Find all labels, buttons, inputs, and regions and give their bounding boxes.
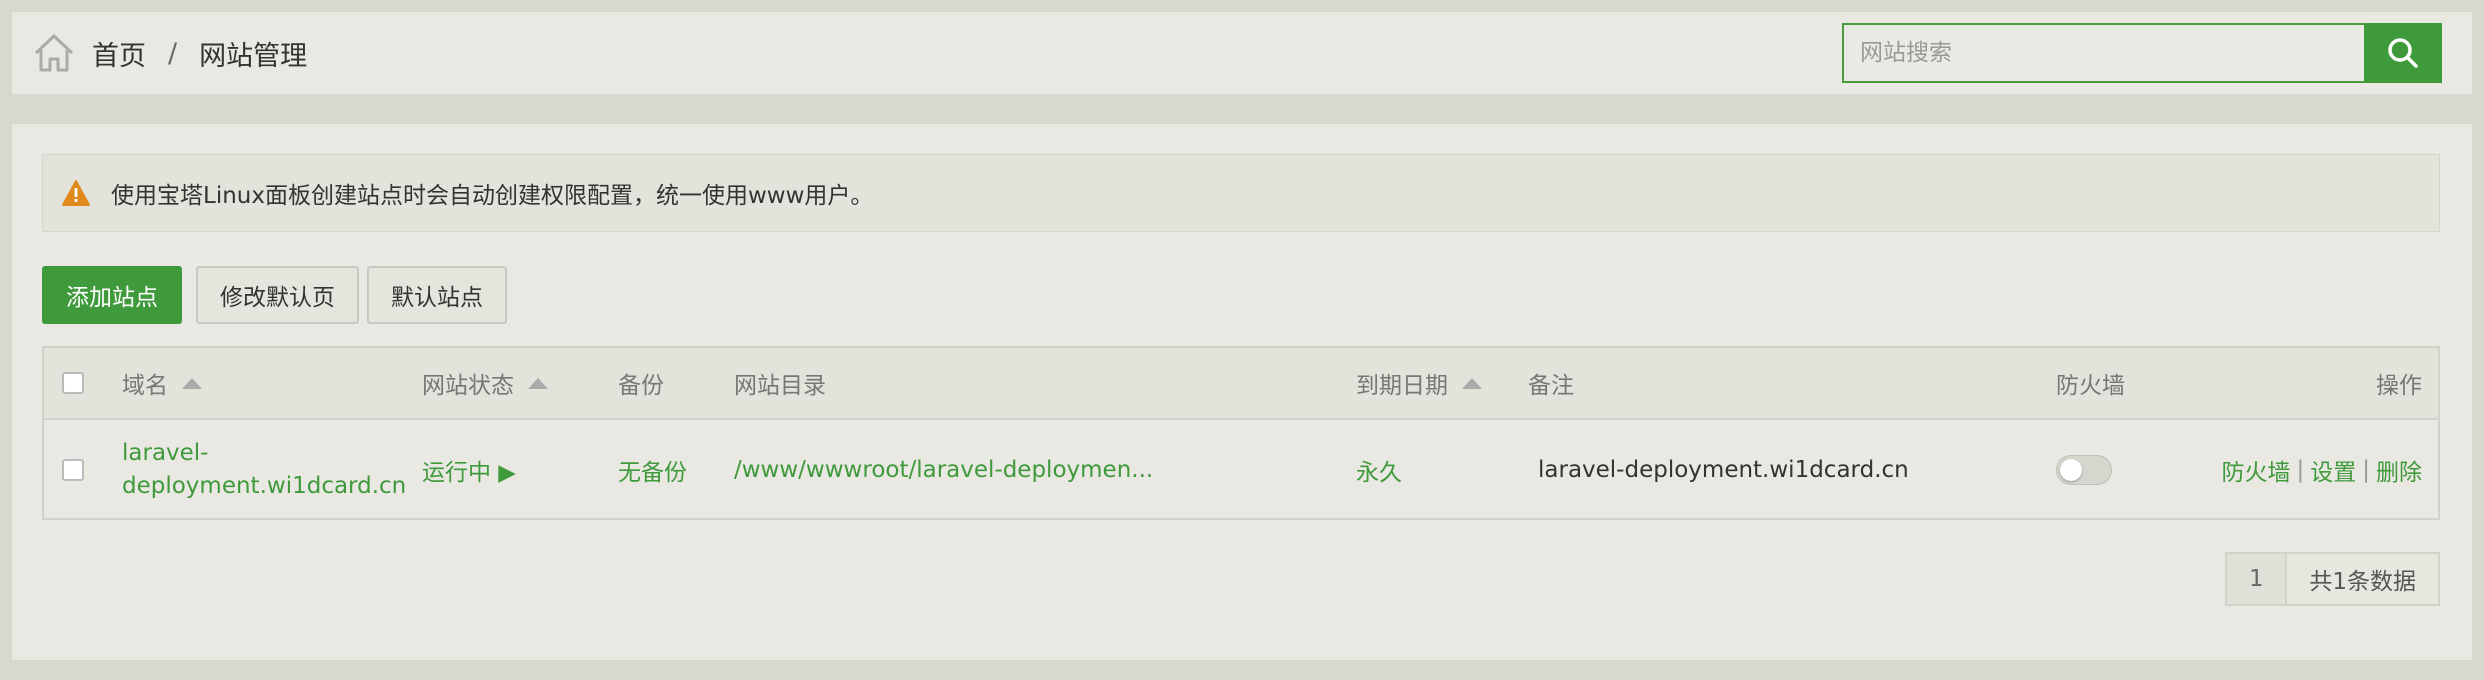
home-icon[interactable]: [32, 31, 76, 75]
col-note-label: 备注: [1528, 373, 1574, 399]
pagination: 1 共1条数据: [2225, 552, 2440, 606]
domain-line-2: deployment.wi1dcard.cn: [122, 473, 407, 499]
col-root: 网站目录: [734, 348, 826, 418]
top-bar: 首页 / 网站管理: [12, 12, 2472, 94]
page-number-current[interactable]: 1: [2227, 554, 2288, 604]
add-site-button[interactable]: 添加站点: [42, 266, 182, 324]
select-all-cell: [62, 348, 84, 418]
notice-banner: 使用宝塔Linux面板创建站点时会自动创建权限配置，统一使用www用户。: [42, 154, 2440, 232]
col-firewall: 防火墙: [2056, 348, 2125, 418]
col-actions: 操作: [2376, 348, 2422, 418]
row-select-cell: [62, 420, 84, 520]
breadcrumb: 首页 / 网站管理: [32, 12, 307, 94]
col-domain[interactable]: 域名: [122, 348, 202, 418]
status-toggle[interactable]: 运行中 ▶: [422, 453, 516, 487]
search-bar: [1842, 23, 2442, 83]
firewall-cell: [2056, 420, 2112, 520]
sort-up-icon: [1462, 377, 1482, 389]
note-text[interactable]: laravel-deployment.wi1dcard.cn: [1538, 457, 1909, 483]
pagination-total: 共1条数据: [2287, 554, 2438, 604]
col-actions-label: 操作: [2376, 373, 2422, 399]
toolbar: 添加站点 修改默认页 默认站点: [42, 266, 515, 324]
table-header: 域名 网站状态 备份 网站目录 到期日期 备注 防火墙 操作: [44, 348, 2438, 420]
sites-table: 域名 网站状态 备份 网站目录 到期日期 备注 防火墙 操作 laravel- …: [42, 346, 2440, 520]
main-panel: 使用宝塔Linux面板创建站点时会自动创建权限配置，统一使用www用户。 添加站…: [12, 124, 2472, 660]
search-button[interactable]: [2364, 23, 2442, 83]
backup-link[interactable]: 无备份: [618, 453, 687, 487]
col-status-label: 网站状态: [422, 373, 514, 399]
domain-cell: laravel- deployment.wi1dcard.cn: [122, 420, 406, 520]
domain-line-1: laravel-: [122, 440, 209, 466]
col-expire-label: 到期日期: [1356, 373, 1448, 399]
col-domain-label: 域名: [122, 373, 168, 399]
action-separator: |: [2362, 457, 2370, 483]
breadcrumb-current: 网站管理: [199, 40, 308, 72]
search-input[interactable]: [1842, 23, 2364, 83]
breadcrumb-separator: /: [168, 37, 178, 69]
select-all-checkbox[interactable]: [62, 372, 84, 394]
breadcrumb-home[interactable]: 首页: [92, 34, 146, 73]
settings-action-link[interactable]: 设置: [2310, 453, 2356, 487]
table-row: laravel- deployment.wi1dcard.cn 运行中 ▶ 无备…: [44, 420, 2438, 520]
notice-text: 使用宝塔Linux面板创建站点时会自动创建权限配置，统一使用www用户。: [111, 183, 874, 209]
root-dir-link[interactable]: /www/wwwroot/laravel-deploymen...: [734, 457, 1153, 483]
action-separator: |: [2296, 457, 2305, 483]
expire-date-link[interactable]: 永久: [1356, 453, 1402, 487]
root-cell: /www/wwwroot/laravel-deploymen...: [734, 420, 1153, 520]
col-root-label: 网站目录: [734, 373, 826, 399]
default-site-button[interactable]: 默认站点: [367, 266, 507, 324]
backup-cell: 无备份: [618, 420, 687, 520]
note-cell: laravel-deployment.wi1dcard.cn: [1538, 420, 1909, 520]
delete-action-link[interactable]: 删除: [2376, 453, 2422, 487]
actions-cell: 防火墙 | 设置 | 删除: [2222, 420, 2423, 520]
edit-default-page-button[interactable]: 修改默认页: [196, 266, 359, 324]
col-backup: 备份: [618, 348, 664, 418]
toggle-knob: [2060, 459, 2082, 481]
col-note: 备注: [1528, 348, 1574, 418]
warning-icon: [62, 180, 90, 206]
row-checkbox[interactable]: [62, 459, 84, 481]
col-expire[interactable]: 到期日期: [1356, 348, 1482, 418]
expire-cell: 永久: [1356, 420, 1402, 520]
firewall-action-link[interactable]: 防火墙: [2222, 453, 2291, 487]
col-firewall-label: 防火墙: [2056, 373, 2125, 399]
sort-up-icon: [528, 377, 548, 389]
domain-link[interactable]: laravel- deployment.wi1dcard.cn: [122, 437, 406, 503]
col-status[interactable]: 网站状态: [422, 348, 548, 418]
col-backup-label: 备份: [618, 373, 664, 399]
firewall-toggle[interactable]: [2056, 455, 2112, 485]
search-icon: [2388, 38, 2418, 68]
sort-up-icon: [182, 377, 202, 389]
status-cell: 运行中 ▶: [422, 420, 516, 520]
